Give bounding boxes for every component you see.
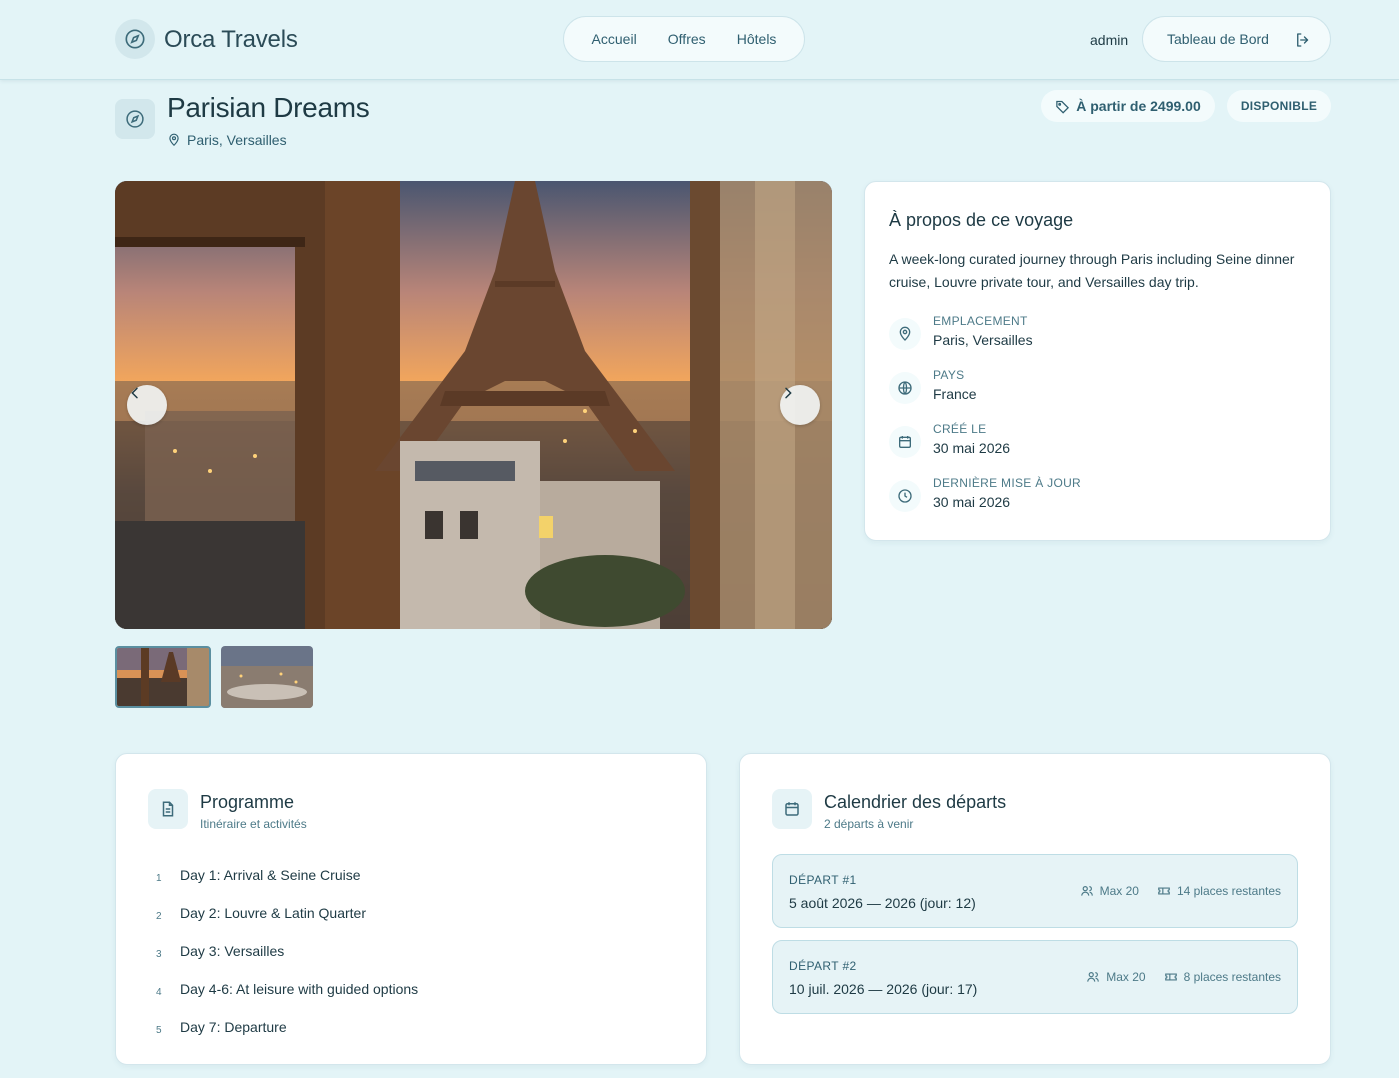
chevron-right-icon <box>785 387 792 399</box>
departure-dates: 10 juil. 2026 — 2026 (jour: 17) <box>789 981 978 997</box>
info-label: PAYS <box>933 368 965 382</box>
logout-icon[interactable] <box>1294 31 1312 52</box>
chevron-left-icon <box>131 387 138 399</box>
dashboard-label: Tableau de Bord <box>1167 31 1269 47</box>
users-icon <box>1080 886 1093 896</box>
calendar-subtitle: 2 départs à venir <box>824 817 914 831</box>
compass-logo-icon[interactable] <box>115 19 155 59</box>
nav-hotels[interactable]: Hôtels <box>737 31 777 47</box>
eiffel-tower-photo <box>115 181 832 629</box>
nav-offres[interactable]: Offres <box>668 31 706 47</box>
info-value: 30 mai 2026 <box>933 494 1011 510</box>
document-icon <box>148 789 188 829</box>
programme-title: Programme <box>200 792 295 812</box>
calendar-card: Calendrier des départs 2 départs à venir… <box>739 753 1331 1065</box>
price-badge: À partir de 2499.00 <box>1041 90 1215 122</box>
programme-card: Programme Itinéraire et activités 1 Day 1… <box>115 753 707 1065</box>
about-title: À propos de ce voyage <box>889 210 1074 230</box>
info-label: EMPLACEMENT <box>933 314 1028 328</box>
about-card: À propos de ce voyage A week-long curate… <box>864 181 1331 541</box>
price-text: À partir de 2499.00 <box>1076 98 1201 114</box>
ticket-icon <box>1158 887 1170 895</box>
users-icon <box>1087 972 1100 982</box>
max-capacity: Max 20 <box>1106 970 1146 984</box>
brand-name[interactable]: Orca Travels <box>164 26 298 54</box>
departure-dates: 5 août 2026 — 2026 (jour: 12) <box>789 895 976 911</box>
clock-icon <box>889 480 921 512</box>
map-pin-icon <box>169 133 179 147</box>
list-item: 3 Day 3: Versailles <box>156 943 285 960</box>
nav-accueil[interactable]: Accueil <box>592 31 637 47</box>
info-updated: DERNIÈRE MISE À JOUR 30 mai 2026 <box>889 476 1081 512</box>
info-label: CRÉÉ LE <box>933 422 987 436</box>
max-capacity: Max 20 <box>1099 884 1139 898</box>
calendar-title: Calendrier des départs <box>824 792 1007 812</box>
status-badge: DISPONIBLE <box>1227 90 1331 122</box>
trip-location: Paris, Versailles <box>167 132 287 148</box>
trip-title: Parisian Dreams <box>167 92 370 123</box>
username: admin <box>1090 32 1129 48</box>
places-remaining: 8 places restantes <box>1183 970 1281 984</box>
tag-icon <box>1056 100 1070 114</box>
thumbnail-2[interactable] <box>221 646 313 708</box>
info-value: 30 mai 2026 <box>933 440 1011 456</box>
calendar-icon <box>772 789 812 829</box>
departure-label: DÉPART #1 <box>789 873 857 887</box>
map-pin-icon <box>889 318 921 350</box>
compass-icon <box>115 99 155 139</box>
places-remaining: 14 places restantes <box>1176 884 1281 898</box>
main-nav: Accueil Offres Hôtels <box>563 16 805 62</box>
departure-item-2[interactable]: DÉPART #2 10 juil. 2026 — 2026 (jour: 17… <box>772 940 1298 1014</box>
ticket-icon <box>1164 973 1177 981</box>
dashboard-button[interactable]: Tableau de Bord <box>1142 16 1331 62</box>
info-location: EMPLACEMENT Paris, Versailles <box>889 314 1033 350</box>
info-created: CRÉÉ LE 30 mai 2026 <box>889 422 1010 458</box>
info-country: PAYS France <box>889 368 977 404</box>
globe-icon <box>889 372 921 404</box>
departure-item-1[interactable]: DÉPART #1 5 août 2026 — 2026 (jour: 12) … <box>772 854 1298 928</box>
info-value: Paris, Versailles <box>933 332 1033 348</box>
programme-subtitle: Itinéraire et activités <box>200 817 307 831</box>
calendar-icon <box>889 426 921 458</box>
info-value: France <box>933 386 977 402</box>
departure-label: DÉPART #2 <box>789 959 857 973</box>
list-item: 1 Day 1: Arrival & Seine Cruise <box>156 867 361 884</box>
departure-meta: Max 20 14 places restantes <box>1080 884 1281 898</box>
departure-meta: Max 20 8 places restantes <box>1086 970 1281 984</box>
carousel-next-button[interactable] <box>780 385 820 425</box>
list-item: 4 Day 4-6: At leisure with guided options <box>156 981 419 998</box>
trip-location-text: Paris, Versailles <box>187 132 287 148</box>
list-item: 2 Day 2: Louvre & Latin Quarter <box>156 905 366 922</box>
info-label: DERNIÈRE MISE À JOUR <box>933 476 1082 490</box>
top-header: Orca Travels Accueil Offres Hôtels admin… <box>0 0 1399 80</box>
hero-image-carousel[interactable] <box>115 181 832 629</box>
list-item: 5 Day 7: Departure <box>156 1019 287 1036</box>
carousel-prev-button[interactable] <box>127 385 167 425</box>
thumbnail-1[interactable] <box>115 646 211 708</box>
about-description: A week-long curated journey through Pari… <box>889 251 1295 290</box>
programme-list: 1 Day 1: Arrival & Seine Cruise 2 Day 2: L… <box>156 856 418 1046</box>
